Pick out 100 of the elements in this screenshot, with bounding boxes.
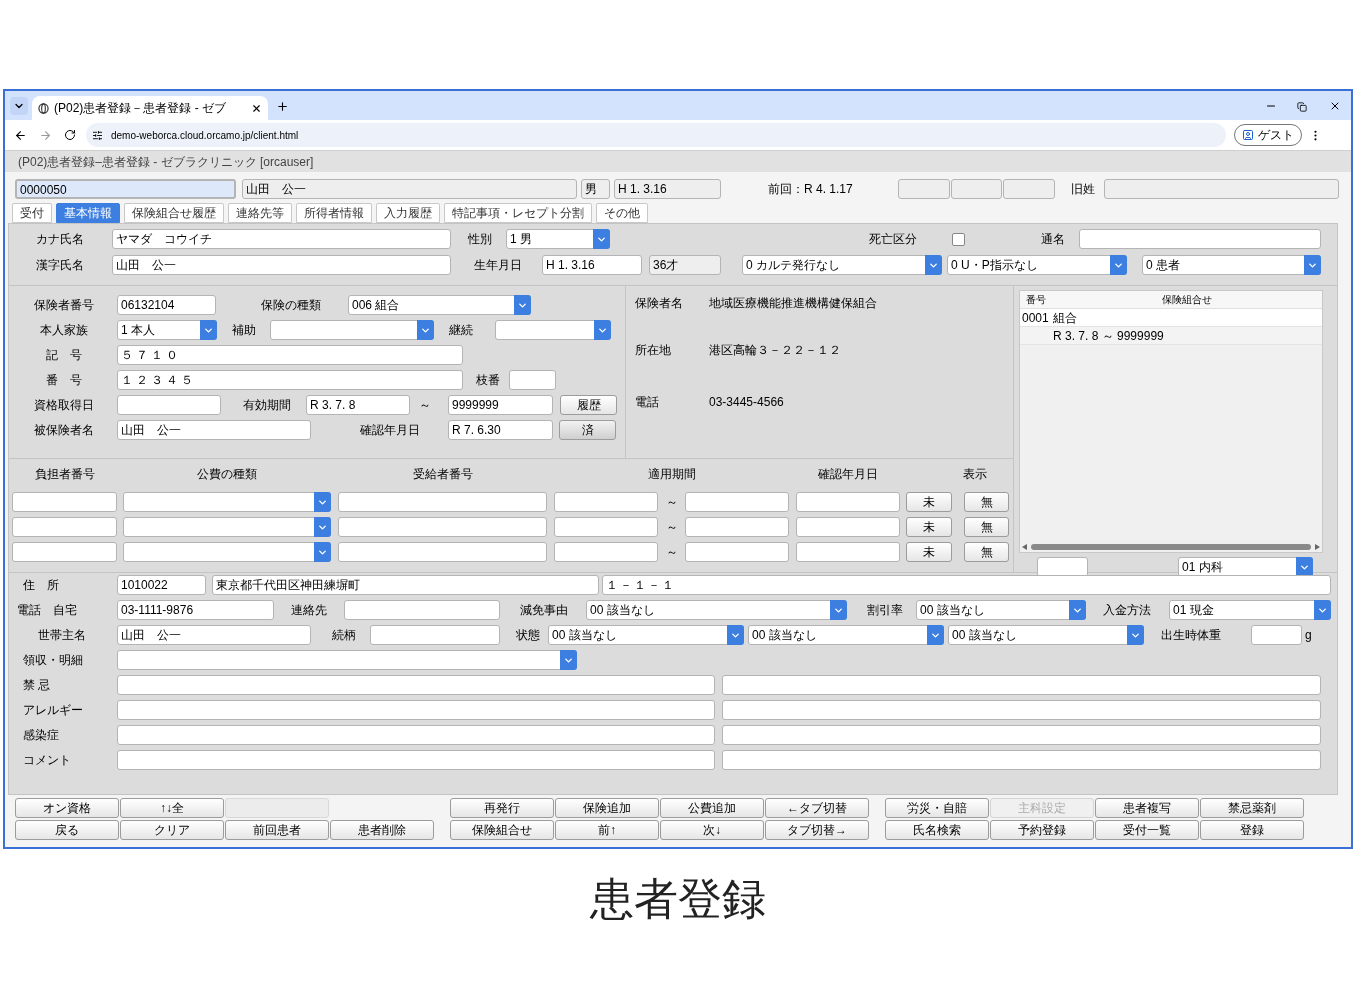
input-field[interactable] — [338, 542, 547, 562]
tab[interactable]: 基本情報 — [56, 203, 120, 223]
scroll-right-icon[interactable] — [1315, 543, 1320, 550]
checkbox[interactable] — [952, 232, 965, 246]
select-field[interactable]: 01 内科 — [1178, 557, 1313, 577]
input-field[interactable] — [722, 725, 1321, 745]
tab[interactable]: 入力履歴 — [376, 203, 440, 223]
display-button[interactable]: 無 — [964, 517, 1009, 537]
tab-list-button[interactable] — [10, 97, 28, 115]
display-button[interactable]: 無 — [964, 542, 1009, 562]
input-field[interactable] — [370, 625, 500, 645]
input-field[interactable] — [722, 675, 1321, 695]
status-button[interactable]: 未 — [906, 517, 952, 537]
function-key-button[interactable]: オン資格 — [15, 798, 119, 818]
input-field[interactable] — [722, 750, 1321, 770]
select-field[interactable]: 00 該当なし — [548, 625, 744, 645]
reload-icon[interactable] — [64, 129, 76, 141]
browser-tab[interactable]: (P02)患者登録－患者登録 - ゼブ — [32, 96, 268, 120]
input-field[interactable]: 1010022 — [117, 575, 206, 595]
input-field[interactable]: １－１－１ — [602, 575, 1331, 595]
select-field[interactable]: 0 U・P指示なし — [947, 255, 1127, 275]
patient-name-field[interactable]: 山田 公一 — [242, 179, 577, 199]
select-field[interactable]: 00 該当なし — [586, 600, 847, 620]
status-field[interactable] — [951, 179, 1002, 199]
function-key-button[interactable]: ←タブ切替 — [765, 798, 869, 818]
input-field[interactable]: ヤマダ コウイチ — [112, 229, 451, 249]
function-key-button[interactable]: 戻る — [15, 820, 119, 840]
sex-field[interactable]: 男 — [581, 179, 610, 199]
input-field[interactable] — [338, 492, 547, 512]
close-icon[interactable] — [251, 102, 262, 114]
scroll-left-icon[interactable] — [1022, 543, 1027, 550]
function-key-button[interactable]: 氏名検索 — [885, 820, 989, 840]
function-key-button[interactable]: 保険組合せ — [450, 820, 554, 840]
input-field[interactable]: H 1. 3.16 — [542, 255, 642, 275]
function-key-button[interactable]: 登録 — [1200, 820, 1304, 840]
input-field[interactable] — [117, 395, 221, 415]
function-key-button[interactable]: 公費追加 — [660, 798, 764, 818]
input-field[interactable] — [796, 542, 900, 562]
birth-date-field[interactable]: H 1. 3.16 — [614, 179, 721, 199]
input-field[interactable] — [685, 492, 789, 512]
select-field[interactable]: 00 該当なし — [748, 625, 944, 645]
site-settings-icon[interactable] — [92, 129, 103, 141]
input-field[interactable] — [338, 517, 547, 537]
function-key-button[interactable]: 労災・自賠 — [885, 798, 989, 818]
function-key-button[interactable]: 次↓ — [660, 820, 764, 840]
input-field[interactable] — [344, 600, 500, 620]
input-field[interactable] — [722, 700, 1321, 720]
select-field[interactable]: 00 該当なし — [948, 625, 1144, 645]
function-key-button[interactable]: 保険追加 — [555, 798, 659, 818]
select-field[interactable]: 1 男 — [506, 229, 610, 249]
input-field[interactable]: 9999999 — [448, 395, 553, 415]
input-field[interactable] — [117, 675, 715, 695]
input-field[interactable] — [1037, 557, 1088, 577]
select-field[interactable] — [270, 320, 434, 340]
input-field[interactable] — [685, 517, 789, 537]
function-key-button[interactable]: 禁忌薬剤 — [1200, 798, 1304, 818]
input-field[interactable]: １２３４５ — [117, 370, 463, 390]
input-field[interactable]: R 7. 6.30 — [448, 420, 553, 440]
select-field[interactable] — [123, 492, 331, 512]
tab[interactable]: 所得者情報 — [296, 203, 372, 223]
input-field[interactable] — [117, 700, 715, 720]
status-button[interactable]: 未 — [906, 542, 952, 562]
tab[interactable]: その他 — [596, 203, 648, 223]
input-field[interactable] — [12, 517, 117, 537]
input-field[interactable] — [554, 492, 658, 512]
new-tab-icon[interactable] — [276, 100, 289, 113]
input-field[interactable] — [12, 542, 117, 562]
horizontal-scrollbar[interactable] — [1020, 542, 1322, 551]
input-field[interactable]: 06132104 — [117, 295, 216, 315]
function-key-button[interactable]: 患者複写 — [1095, 798, 1199, 818]
input-field[interactable] — [12, 492, 117, 512]
function-key-button[interactable]: 患者削除 — [330, 820, 434, 840]
input-field[interactable] — [117, 725, 715, 745]
back-icon[interactable] — [14, 128, 27, 142]
status-field[interactable] — [898, 179, 950, 199]
function-key-button[interactable]: 前回患者 — [225, 820, 329, 840]
tab[interactable]: 連絡先等 — [228, 203, 292, 223]
address-bar[interactable]: demo-weborca.cloud.orcamo.jp/client.html — [86, 123, 1226, 147]
tab[interactable]: 特記事項・レセプト分割 — [444, 203, 592, 223]
select-field[interactable] — [117, 650, 577, 670]
former-name-field[interactable] — [1104, 179, 1339, 199]
input-field[interactable] — [554, 542, 658, 562]
function-key-button[interactable]: 受付一覧 — [1095, 820, 1199, 840]
select-field[interactable] — [123, 517, 331, 537]
forward-icon[interactable] — [39, 128, 52, 142]
tab[interactable]: 保険組合せ履歴 — [124, 203, 224, 223]
select-field[interactable] — [495, 320, 611, 340]
patient-id-field[interactable]: 0000050 — [15, 179, 236, 199]
function-key-button[interactable]: クリア — [120, 820, 224, 840]
input-field[interactable] — [117, 750, 715, 770]
input-field[interactable] — [554, 517, 658, 537]
input-field[interactable]: 山田 公一 — [112, 255, 451, 275]
select-field[interactable]: 006 組合 — [348, 295, 531, 315]
confirmed-button[interactable]: 済 — [559, 420, 616, 440]
tab[interactable]: 受付 — [12, 203, 52, 223]
input-field[interactable] — [509, 370, 556, 390]
function-key-button[interactable]: 前↑ — [555, 820, 659, 840]
select-field[interactable]: 0 患者 — [1142, 255, 1321, 275]
input-field[interactable] — [796, 517, 900, 537]
input-field[interactable]: 山田 公一 — [117, 420, 311, 440]
